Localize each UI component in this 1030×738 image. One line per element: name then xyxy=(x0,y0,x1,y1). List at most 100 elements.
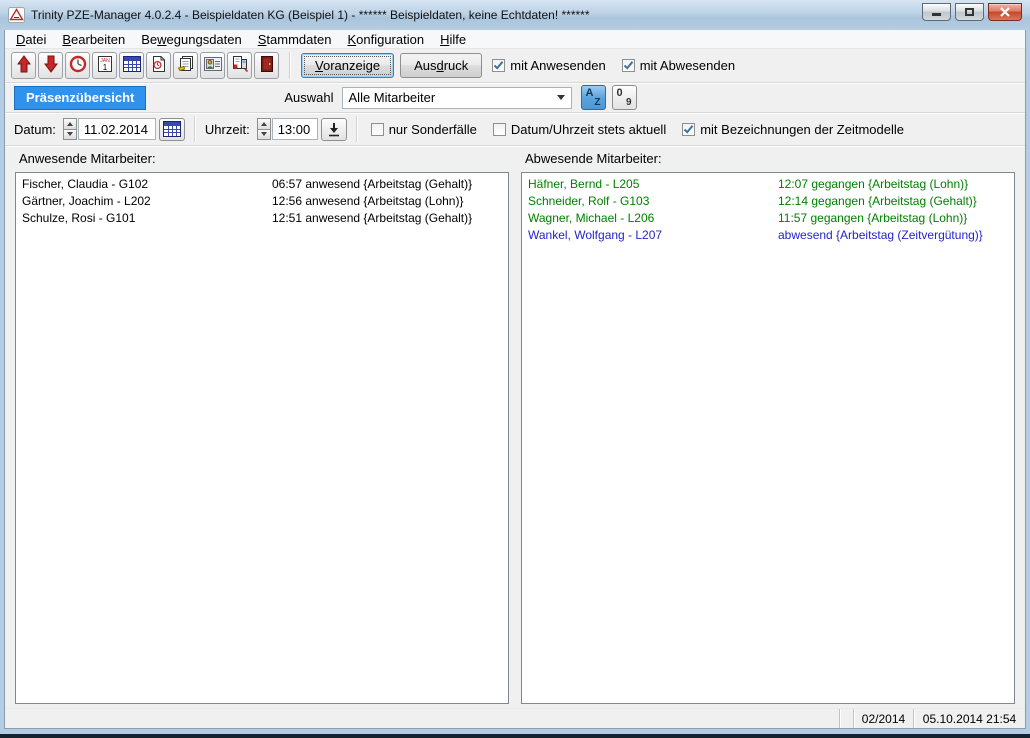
date-label: Datum: xyxy=(14,122,56,137)
list-item[interactable]: Schulze, Rosi - G10112:51 anwesend {Arbe… xyxy=(16,210,508,227)
only-special-cases-checkbox[interactable]: nur Sonderfälle xyxy=(371,122,477,137)
list-item[interactable]: Schneider, Rolf - G10312:14 gegangen {Ar… xyxy=(522,193,1014,210)
view-bar: Präsenzübersicht Auswahl Alle Mitarbeite… xyxy=(5,83,1025,113)
sort-button-group: AZ09 xyxy=(581,85,637,110)
toolbar-separator xyxy=(289,52,291,79)
employee-card-icon xyxy=(204,56,222,75)
terminal-booking-button[interactable] xyxy=(227,52,252,79)
employee-name: Wagner, Michael - L206 xyxy=(528,210,778,227)
list-item[interactable]: Fischer, Claudia - G10206:57 anwesend {A… xyxy=(16,176,508,193)
statusbar: 02/2014 05.10.2014 21:54 xyxy=(5,708,1025,728)
minimize-button[interactable] xyxy=(922,3,951,21)
menubar: DateiBearbeitenBewegungsdatenStammdatenK… xyxy=(5,30,1025,49)
checkbox-checked-icon xyxy=(682,123,695,136)
checkbox-label: Datum/Uhrzeit stets aktuell xyxy=(511,122,666,137)
sort-char-top: 0 xyxy=(617,87,623,99)
leave-arrow-down-button[interactable] xyxy=(38,52,63,79)
ausdruck-button[interactable]: Ausdruck xyxy=(400,53,482,78)
with-absent-checkbox[interactable]: mit Abwesenden xyxy=(622,58,735,73)
titlebar[interactable]: Trinity PZE-Manager 4.0.2.4 - Beispielda… xyxy=(0,0,1030,30)
selection-label: Auswahl xyxy=(284,90,333,105)
employee-card-button[interactable] xyxy=(200,52,225,79)
chevron-down-icon xyxy=(557,95,565,100)
employee-name: Schneider, Rolf - G103 xyxy=(528,193,778,210)
absent-employee-list[interactable]: Häfner, Bernd - L20512:07 gegangen {Arbe… xyxy=(521,172,1015,704)
status-message-panel xyxy=(5,709,839,728)
employee-filter-select[interactable]: Alle Mitarbeiter xyxy=(342,87,572,109)
employee-status: 12:56 anwesend {Arbeitstag (Lohn)} xyxy=(272,193,508,210)
separator xyxy=(356,116,358,142)
date-input[interactable]: 11.02.2014 xyxy=(78,118,156,140)
menu-bearbeiten[interactable]: Bearbeiten xyxy=(54,30,133,49)
datetime-always-current-checkbox[interactable]: Datum/Uhrzeit stets aktuell xyxy=(493,122,666,137)
month-calendar-icon xyxy=(123,56,141,75)
sort-alphabetical-button[interactable]: AZ xyxy=(581,85,606,110)
print-preview-button[interactable] xyxy=(173,52,198,79)
checkbox-unchecked-icon xyxy=(493,123,506,136)
close-button[interactable] xyxy=(988,3,1022,21)
calendar-picker-button[interactable] xyxy=(159,118,185,141)
checkbox-label: nur Sonderfälle xyxy=(389,122,477,137)
leave-arrow-down-icon xyxy=(43,55,59,76)
menu-bewegungsdaten[interactable]: Bewegungsdaten xyxy=(133,30,249,49)
time-spinner[interactable] xyxy=(257,118,271,140)
print-preview-icon xyxy=(177,55,195,76)
arrow-down-to-line-icon xyxy=(327,122,341,137)
sort-numeric-button[interactable]: 09 xyxy=(612,85,637,110)
employee-status: abwesend {Arbeitstag (Zeitvergütung)} xyxy=(778,227,1014,244)
voranzeige-button[interactable]: Voranzeige xyxy=(301,53,394,78)
present-panel: Anwesende Mitarbeiter: Fischer, Claudia … xyxy=(15,151,509,704)
clock-icon xyxy=(69,55,87,76)
employee-status: 06:57 anwesend {Arbeitstag (Gehalt)} xyxy=(272,176,508,193)
tab-praesenzuebersicht[interactable]: Präsenzübersicht xyxy=(14,86,146,110)
employee-name: Gärtner, Joachim - L202 xyxy=(22,193,272,210)
employee-filter-value: Alle Mitarbeiter xyxy=(349,90,557,105)
clock-button[interactable] xyxy=(65,52,90,79)
with-time-model-names-checkbox[interactable]: mit Bezeichnungen der Zeitmodelle xyxy=(682,122,904,137)
with-present-checkbox[interactable]: mit Anwesenden xyxy=(492,58,605,73)
terminal-booking-icon xyxy=(231,55,249,76)
restore-button[interactable] xyxy=(955,3,984,21)
spin-down-icon[interactable] xyxy=(257,129,271,141)
day-calendar-button[interactable]: JAN1 xyxy=(92,52,117,79)
list-item[interactable]: Häfner, Bernd - L20512:07 gegangen {Arbe… xyxy=(522,176,1014,193)
employee-name: Schulze, Rosi - G101 xyxy=(22,210,272,227)
close-icon xyxy=(999,7,1011,17)
toolbar: JAN1 Voranzeige Ausdruck mit Anwesenden m… xyxy=(5,49,1025,83)
menu-datei[interactable]: Datei xyxy=(8,30,54,49)
employee-status: 12:07 gegangen {Arbeitstag (Lohn)} xyxy=(778,176,1014,193)
sort-char-top: A xyxy=(586,87,594,99)
employee-name: Häfner, Bernd - L205 xyxy=(528,176,778,193)
time-label: Uhrzeit: xyxy=(205,122,250,137)
employee-name: Fischer, Claudia - G102 xyxy=(22,176,272,193)
list-item[interactable]: Gärtner, Joachim - L20212:56 anwesend {A… xyxy=(16,193,508,210)
month-calendar-button[interactable] xyxy=(119,52,144,79)
time-report-button[interactable] xyxy=(146,52,171,79)
sort-char-bottom: Z xyxy=(594,97,600,108)
menu-konfiguration[interactable]: Konfiguration xyxy=(339,30,432,49)
spin-down-icon[interactable] xyxy=(63,129,77,141)
time-input[interactable]: 13:00 xyxy=(272,118,318,140)
menu-hilfe[interactable]: Hilfe xyxy=(432,30,474,49)
separator xyxy=(194,116,196,142)
date-spinner[interactable] xyxy=(63,118,77,140)
arrive-arrow-up-icon xyxy=(16,55,32,76)
present-employee-list[interactable]: Fischer, Claudia - G10206:57 anwesend {A… xyxy=(15,172,509,704)
day-calendar-icon: JAN1 xyxy=(97,55,113,76)
status-datetime: 05.10.2014 21:54 xyxy=(913,709,1025,728)
restore-icon xyxy=(965,8,974,16)
menu-stammdaten[interactable]: Stammdaten xyxy=(250,30,340,49)
exit-door-button[interactable] xyxy=(254,52,279,79)
time-dropdown-button[interactable] xyxy=(321,118,347,141)
status-period: 02/2014 xyxy=(853,709,913,728)
arrive-arrow-up-button[interactable] xyxy=(11,52,36,79)
absent-panel-title: Abwesende Mitarbeiter: xyxy=(521,151,1015,172)
employee-status: 12:14 gegangen {Arbeitstag (Gehalt)} xyxy=(778,193,1014,210)
window-title: Trinity PZE-Manager 4.0.2.4 - Beispielda… xyxy=(31,8,916,22)
present-panel-title: Anwesende Mitarbeiter: xyxy=(15,151,509,172)
list-item[interactable]: Wankel, Wolfgang - L207abwesend {Arbeits… xyxy=(522,227,1014,244)
checkbox-label: mit Anwesenden xyxy=(510,58,605,73)
checkbox-label: mit Bezeichnungen der Zeitmodelle xyxy=(700,122,904,137)
list-item[interactable]: Wagner, Michael - L20611:57 gegangen {Ar… xyxy=(522,210,1014,227)
status-spacer-panel xyxy=(839,709,853,728)
